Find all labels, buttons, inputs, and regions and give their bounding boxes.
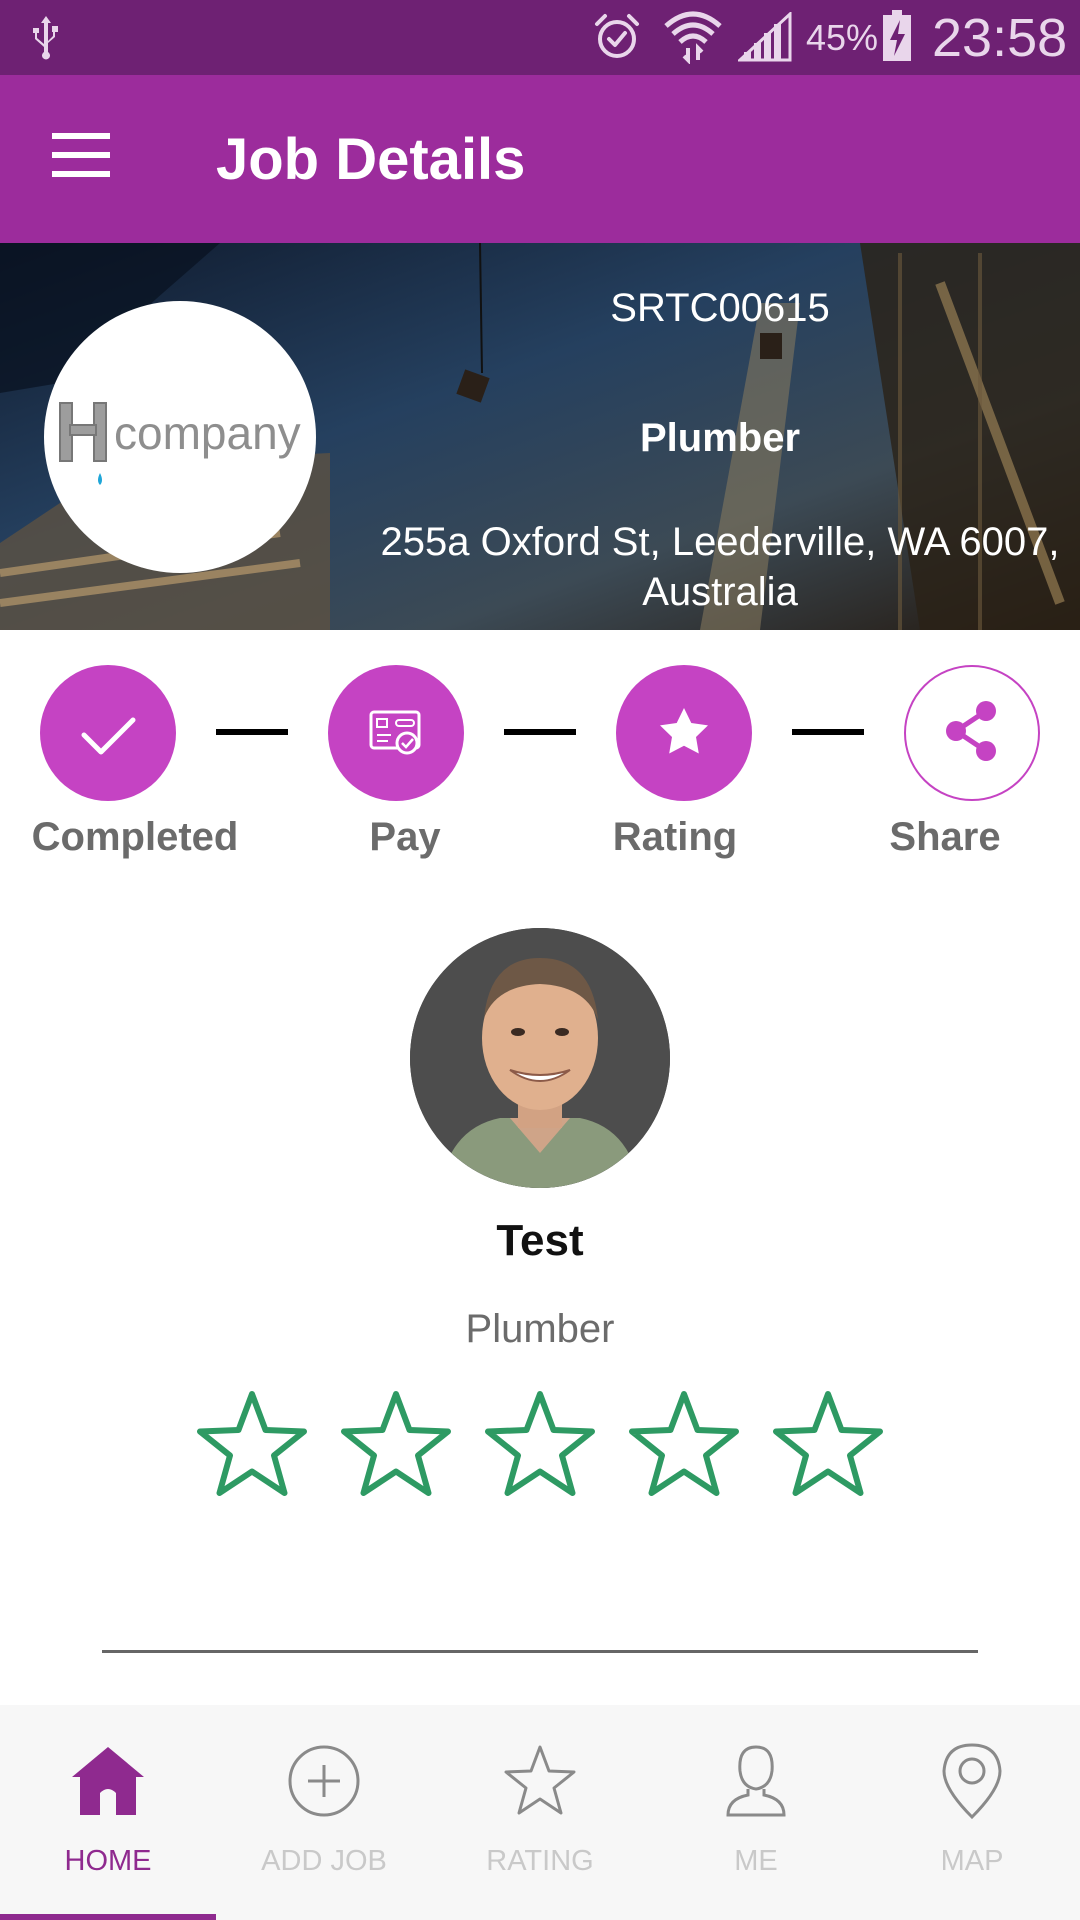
step-label-rating: Rating <box>612 815 738 859</box>
job-trade: Plumber <box>639 416 801 460</box>
step-completed[interactable] <box>40 665 176 801</box>
company-logo-image: company <box>59 402 301 485</box>
share-icon <box>946 701 996 761</box>
add-circle-icon <box>288 1745 360 1817</box>
step-rating[interactable] <box>616 665 752 801</box>
nav-me[interactable]: ME <box>648 1705 864 1920</box>
nav-add-job[interactable]: ADD JOB <box>216 1705 432 1920</box>
step-pay[interactable] <box>328 665 464 801</box>
step-connector <box>216 729 288 735</box>
nav-label-home: HOME <box>64 1845 152 1877</box>
step-share[interactable] <box>904 665 1040 801</box>
nav-map[interactable]: MAP <box>864 1705 1080 1920</box>
battery-charging-icon <box>883 10 911 61</box>
job-id: SRTC00615 <box>610 286 830 330</box>
company-logo-text: company <box>114 407 301 459</box>
clock: 23:58 <box>932 8 1068 68</box>
rating-star-3[interactable] <box>480 1388 600 1504</box>
job-address: 255a Oxford St, Leederville, WA 6007, Au… <box>380 520 1060 614</box>
status-bar: 45% 23:58 <box>0 0 1080 75</box>
battery-percent: 45% <box>806 17 879 58</box>
nav-rating[interactable]: RATING <box>432 1705 648 1920</box>
nav-label-me: ME <box>734 1845 778 1877</box>
divider <box>102 1650 978 1653</box>
map-pin-icon <box>942 1743 1002 1820</box>
usb-icon <box>33 16 58 60</box>
worker-trade: Plumber <box>465 1307 615 1351</box>
card-payment-icon <box>369 710 421 755</box>
signal-icon <box>738 12 792 62</box>
company-logo: company <box>44 301 316 573</box>
nav-active-indicator <box>0 1914 216 1920</box>
check-icon <box>81 717 136 755</box>
nav-label-map: MAP <box>940 1845 1004 1877</box>
nav-label-rating: RATING <box>486 1845 594 1877</box>
worker-avatar <box>410 928 670 1188</box>
star-outline-icon <box>504 1745 576 1815</box>
step-label-share: Share <box>889 815 1001 859</box>
home-icon <box>72 1747 144 1815</box>
rating-star-5[interactable] <box>768 1388 888 1504</box>
star-icon <box>660 708 708 754</box>
rating-stars <box>0 1388 1080 1508</box>
alarm-icon <box>595 14 639 58</box>
bottom-navigation: HOME ADD JOB RATING ME MAP <box>0 1705 1080 1920</box>
worker-photo <box>410 928 670 1188</box>
rating-star-1[interactable] <box>192 1388 312 1504</box>
worker-name: Test <box>496 1216 584 1265</box>
step-label-completed: Completed <box>31 815 239 859</box>
step-connector <box>504 729 576 735</box>
wifi-icon <box>664 11 722 64</box>
nav-home[interactable]: HOME <box>0 1705 216 1920</box>
nav-label-add-job: ADD JOB <box>261 1845 387 1877</box>
rating-star-4[interactable] <box>624 1388 744 1504</box>
rating-star-2[interactable] <box>336 1388 456 1504</box>
job-header-banner: company SRTC00615 Plumber 255a Oxford St… <box>0 243 1080 630</box>
app-bar: Job Details <box>0 75 1080 243</box>
page-title: Job Details <box>216 127 526 192</box>
person-icon <box>726 1745 786 1817</box>
step-label-pay: Pay <box>369 815 441 859</box>
step-connector <box>792 729 864 735</box>
hamburger-menu-icon[interactable] <box>52 133 112 181</box>
